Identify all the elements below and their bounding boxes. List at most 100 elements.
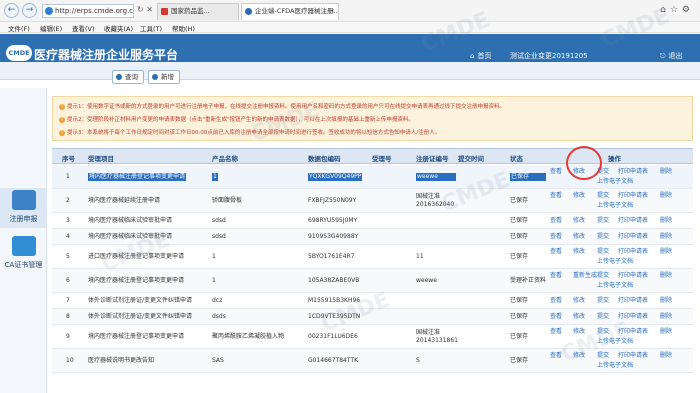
op-link[interactable]: 提交 bbox=[597, 297, 609, 305]
forward-icon[interactable]: → bbox=[22, 3, 37, 18]
op-link[interactable]: 提交 bbox=[597, 233, 609, 241]
close-tab-icon[interactable]: × bbox=[329, 4, 335, 19]
table-row[interactable]: 6 境内医疗器械注册登记事项变更申请 1 105A38ZABE0VB weewe 受理补正… bbox=[52, 269, 693, 293]
op-link[interactable]: 打印申请表 bbox=[618, 328, 648, 336]
op-link[interactable]: 打印申请表 bbox=[618, 233, 648, 241]
op-link[interactable]: 查看 bbox=[550, 192, 562, 200]
address-bar[interactable]: http://erps.cmde.org.cn/eoss/ bbox=[42, 4, 134, 18]
menu-tools[interactable]: 工具(T) bbox=[140, 23, 162, 33]
table-row[interactable]: 5 进口医疗器械注册登记事项变更申请 1 5BYO1761E4R7 11 已保存 查看 修改 提… bbox=[52, 245, 693, 269]
browser-tab[interactable]: 国家药品监... bbox=[157, 3, 239, 20]
cell-name: sdsd bbox=[212, 233, 226, 240]
certificate-icon bbox=[11, 236, 36, 256]
op-link[interactable]: 修改 bbox=[573, 328, 585, 336]
op-link[interactable]: 查看 bbox=[550, 272, 562, 280]
cell-no: 1 bbox=[66, 173, 70, 180]
col-accept: 受理号 bbox=[372, 155, 392, 163]
table-row[interactable]: 2 境内医疗器械延续注册申请 骄面腹骨板 FXBFJZ550N09Y 国械注准20163… bbox=[52, 189, 693, 213]
logout-link[interactable]: ⎋ 退出 bbox=[660, 51, 683, 61]
back-icon[interactable]: ← bbox=[4, 3, 19, 18]
home-link[interactable]: ⌂ 首页 bbox=[470, 51, 491, 61]
cell-name: 1 bbox=[212, 173, 218, 181]
op-link[interactable]: 删除 bbox=[660, 328, 672, 336]
op-link[interactable]: 查看 bbox=[550, 297, 562, 305]
upload-document-link[interactable]: 上传电子文档 bbox=[597, 338, 633, 346]
table-row[interactable]: 7 体外诊断试剂注册证/变更文件纠错申请 dcz M155915B3KH96 已保存 查看… bbox=[52, 293, 693, 309]
upload-document-link[interactable]: 上传电子文档 bbox=[597, 282, 633, 290]
op-link[interactable]: 删除 bbox=[660, 192, 672, 200]
upload-document-link[interactable]: 上传电子文档 bbox=[597, 362, 633, 370]
cell-status: 已保存 bbox=[510, 253, 529, 260]
upload-document-link[interactable]: 上传电子文档 bbox=[597, 202, 633, 210]
op-link[interactable]: 打印申请表 bbox=[618, 192, 648, 200]
op-link[interactable]: 查看 bbox=[550, 217, 562, 225]
op-link[interactable]: 打印申请表 bbox=[618, 313, 648, 321]
menu-edit[interactable]: 编辑(E) bbox=[40, 23, 62, 33]
cell-no: 10 bbox=[66, 357, 74, 364]
op-link[interactable]: 打印申请表 bbox=[618, 168, 648, 176]
menu-view[interactable]: 查看(V) bbox=[72, 23, 95, 33]
op-link[interactable]: 提交 bbox=[597, 272, 609, 280]
menu-help[interactable]: 帮助(H) bbox=[172, 23, 195, 33]
op-link[interactable]: 删除 bbox=[660, 168, 672, 176]
op-link[interactable]: 提交 bbox=[597, 313, 609, 321]
op-link[interactable]: 修改 bbox=[573, 233, 585, 241]
op-link[interactable]: 删除 bbox=[660, 352, 672, 360]
op-link[interactable]: 删除 bbox=[660, 297, 672, 305]
sidebar-item-registration[interactable]: 注册申报 bbox=[0, 188, 47, 228]
op-link[interactable]: 删除 bbox=[660, 217, 672, 225]
sidebar: 注册申报 CA证书管理 bbox=[0, 88, 47, 393]
op-link[interactable]: 查看 bbox=[550, 248, 562, 256]
logout-icon: ⎋ bbox=[660, 52, 666, 60]
op-link[interactable]: 查看 bbox=[550, 313, 562, 321]
op-link[interactable]: 删除 bbox=[660, 272, 672, 280]
op-link[interactable]: 删除 bbox=[660, 313, 672, 321]
table-row[interactable]: 9 境内医疗器械注册登记事项变更申请 聚丙烯酰胺乙烯凝胶植入物 00231F1LU6D… bbox=[52, 325, 693, 349]
op-link[interactable]: 修改 bbox=[573, 248, 585, 256]
add-button[interactable]: 新增 bbox=[148, 70, 180, 84]
op-link[interactable]: 打印申请表 bbox=[618, 352, 648, 360]
op-link[interactable]: 查看 bbox=[550, 352, 562, 360]
menu-favorites[interactable]: 收藏夹(A) bbox=[104, 23, 133, 33]
sidebar-item-label: 注册申报 bbox=[9, 215, 38, 223]
query-button[interactable]: 查询 bbox=[112, 70, 144, 84]
upload-document-link[interactable]: 上传电子文档 bbox=[597, 258, 633, 266]
table-row[interactable]: 8 体外诊断试剂注册证/变更文件纠错申请 dsds 1CD9VTE395DTN 已保存 查… bbox=[52, 309, 693, 325]
cell-item: 医疗器械说明书更改告知 bbox=[88, 357, 155, 364]
window-icons[interactable]: ⌂☆⚙ bbox=[660, 5, 694, 15]
table-row[interactable]: 10 医疗器械说明书更改告知 SAS G014667T84TTK S 已保存 查看 修改 提交 打… bbox=[52, 349, 693, 373]
cmde-logo: CMDE bbox=[6, 45, 32, 61]
op-link[interactable]: 修改 bbox=[573, 297, 585, 305]
op-link[interactable]: 查看 bbox=[550, 328, 562, 336]
op-link[interactable]: 打印申请表 bbox=[618, 217, 648, 225]
cell-no: 9 bbox=[66, 333, 70, 340]
user-name[interactable]: 测试企业变更20191205 bbox=[510, 51, 588, 61]
op-link[interactable]: 删除 bbox=[660, 248, 672, 256]
cell-cert: 国械注准2016362040 bbox=[416, 193, 455, 208]
op-link[interactable]: 提交 bbox=[597, 192, 609, 200]
op-link[interactable]: 打印申请表 bbox=[618, 272, 648, 280]
op-link[interactable]: 提交 bbox=[597, 352, 609, 360]
refresh-icon[interactable]: ↻ ✕ bbox=[137, 5, 153, 14]
sidebar-item-ca[interactable]: CA证书管理 bbox=[0, 234, 47, 274]
op-link[interactable]: 提交 bbox=[597, 328, 609, 336]
browser-tab-active[interactable]: 企业端-CFDA医疗器械注册... × bbox=[241, 3, 339, 20]
op-link[interactable]: 修改 bbox=[573, 192, 585, 200]
op-link[interactable]: 删除 bbox=[660, 233, 672, 241]
table-row[interactable]: 3 境内医疗器械临床试验审批申请 sdsd 698RYU595J0MY 已保存 查看 修改 提… bbox=[52, 213, 693, 229]
op-link[interactable]: 修改 bbox=[573, 313, 585, 321]
cell-code: 9109S3G40988Y bbox=[308, 233, 359, 240]
op-link[interactable]: 查看 bbox=[550, 168, 562, 176]
op-link[interactable]: 提交 bbox=[597, 217, 609, 225]
table-row[interactable]: 4 境内医疗器械临床试验审批申请 sdsd 9109S3G40988Y 已保存 查看 修改 提… bbox=[52, 229, 693, 245]
op-link[interactable]: 修改 bbox=[573, 217, 585, 225]
upload-document-link[interactable]: 上传电子文档 bbox=[597, 178, 633, 186]
op-link[interactable]: 重新生成 bbox=[573, 272, 597, 280]
op-link[interactable]: 提交 bbox=[597, 248, 609, 256]
op-link[interactable]: 打印申请表 bbox=[618, 248, 648, 256]
notice-box: ! 提示1：使用数字证书或新的方式登录的用户可进行注册电子申报，在线提交注册申报资… bbox=[52, 96, 693, 141]
op-link[interactable]: 修改 bbox=[573, 352, 585, 360]
menu-file[interactable]: 文件(F) bbox=[8, 23, 30, 33]
op-link[interactable]: 打印申请表 bbox=[618, 297, 648, 305]
op-link[interactable]: 查看 bbox=[550, 233, 562, 241]
